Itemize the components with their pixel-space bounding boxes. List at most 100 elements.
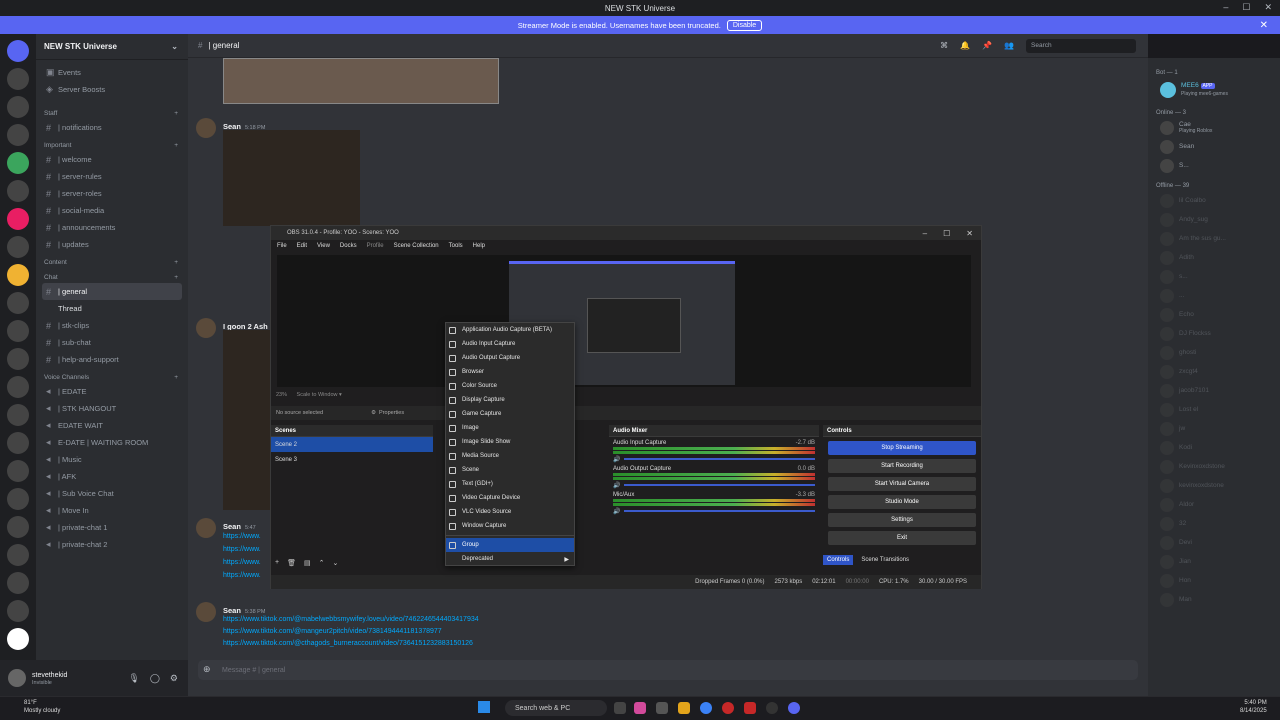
start-virtual-camera-button[interactable]: Start Virtual Camera [828,477,976,491]
channel-help-and-support[interactable]: # | help-and-support [36,351,188,368]
headphones-icon[interactable]: ◯ [150,673,160,684]
folder-icon[interactable] [678,702,690,714]
menu-item-video-capture[interactable]: Video Capture Device [446,491,574,505]
thread-item[interactable]: Thread [36,300,188,317]
trash-icon[interactable]: 🗑 [287,559,296,567]
avatar[interactable] [196,118,216,138]
server-icon[interactable] [7,544,29,566]
server-icon[interactable] [7,96,29,118]
studio-mode-button[interactable]: Studio Mode [828,495,976,509]
server-icon[interactable] [7,264,29,286]
obs-icon[interactable] [766,702,778,714]
menu-item-deprecated[interactable]: Deprecated ▶ [446,552,574,566]
server-icon[interactable] [7,572,29,594]
member-item[interactable]: DJ Flockss [1148,324,1280,343]
member-item[interactable]: Am the sus gu... [1148,229,1280,248]
server-icon[interactable] [7,124,29,146]
server-icon[interactable] [7,68,29,90]
member-item[interactable]: Kodi [1148,438,1280,457]
message-image[interactable] [223,330,271,510]
menu-item-text[interactable]: Text (GDI+) [446,477,574,491]
member-item[interactable]: lil Coalbo [1148,191,1280,210]
menu-item-browser[interactable]: Browser [446,365,574,379]
voice-channel[interactable]: ◂ | Music [36,451,188,468]
channel-general[interactable]: # | general [42,283,182,300]
category-chat[interactable]: Chat + [36,268,188,283]
category-staff[interactable]: Staff + [36,104,188,119]
member-item[interactable]: Devi [1148,533,1280,552]
menu-item-audio-input[interactable]: Audio Input Capture [446,337,574,351]
scene-item[interactable]: Scene 2 [271,437,433,452]
menu-item-color-source[interactable]: Color Source [446,379,574,393]
server-icon[interactable] [7,600,29,622]
message-link[interactable]: https://www. [223,556,261,569]
server-icon[interactable] [7,348,29,370]
sidebar-item-server-boosts[interactable]: ◈ Server Boosts [36,81,188,98]
channel-sub-chat[interactable]: # | sub-chat [36,334,188,351]
add-channel-icon[interactable]: + [174,142,178,149]
menu-docks[interactable]: Docks [340,243,357,249]
stop-streaming-button[interactable]: Stop Streaming [828,441,976,455]
member-item[interactable]: Lost el [1148,400,1280,419]
members-icon[interactable]: 👥 [1004,41,1014,50]
avatar[interactable] [196,518,216,538]
properties-button[interactable]: Properties [379,410,404,416]
member-item[interactable]: s... [1148,267,1280,286]
start-recording-button[interactable]: Start Recording [828,459,976,473]
volume-slider[interactable] [624,510,815,512]
add-channel-icon[interactable]: + [174,274,178,281]
member-item[interactable]: Echo [1148,305,1280,324]
channel-updates[interactable]: # | updates [36,236,188,253]
arrow-down-icon[interactable]: ⌄ [332,559,338,567]
weather-widget[interactable]: 81°F Mostly cloudy [24,699,60,715]
gear-icon[interactable]: ⚙ [170,673,178,684]
avatar[interactable] [196,318,216,338]
app-icon[interactable] [744,702,756,714]
maximize-icon[interactable]: ☐ [1242,2,1250,13]
arrow-up-icon[interactable]: ⌃ [319,559,325,567]
menu-item-display-capture[interactable]: Display Capture [446,393,574,407]
server-icon[interactable] [7,516,29,538]
menu-item-scene[interactable]: Scene [446,463,574,477]
member-item[interactable]: Hon [1148,571,1280,590]
settings-button[interactable]: Settings [828,513,976,527]
add-icon[interactable]: + [275,559,279,567]
channel-notifications[interactable]: # | notifications [36,119,188,136]
add-channel-icon[interactable]: + [174,110,178,117]
scale-dropdown[interactable]: Scale to Window [297,392,338,398]
member-item[interactable]: Sean [1148,137,1280,156]
voice-channel[interactable]: ◂ EDATE WAIT [36,417,188,434]
menu-edit[interactable]: Edit [297,243,307,249]
channel-announcements[interactable]: # | announcements [36,219,188,236]
add-channel-icon[interactable]: + [174,374,178,381]
channel-stk-clips[interactable]: # | stk-clips [36,317,188,334]
menu-item-image-slide-show[interactable]: Image Slide Show [446,435,574,449]
member-item[interactable]: MEE6 APP Playing mee6-games [1148,78,1280,102]
category-important[interactable]: Important + [36,136,188,151]
tab-scene-transitions[interactable]: Scene Transitions [857,555,913,565]
member-item[interactable]: zxcgt4 [1148,362,1280,381]
member-item[interactable]: ... [1148,286,1280,305]
speaker-icon[interactable]: 🔊 [613,508,620,515]
menu-item-audio-output[interactable]: Audio Output Capture [446,351,574,365]
obs-preview[interactable] [277,255,971,387]
menu-item-vlc-video[interactable]: VLC Video Source [446,505,574,519]
volume-slider[interactable] [624,458,815,460]
member-item[interactable]: Adith [1148,248,1280,267]
voice-channel[interactable]: ◂ E-DATE | WAITING ROOM [36,434,188,451]
add-attachment-icon[interactable]: ⊕ [203,664,211,675]
message-image[interactable] [223,58,499,104]
pin-icon[interactable]: 📌 [982,41,992,50]
member-item[interactable]: Jian [1148,552,1280,571]
menu-item-game-capture[interactable]: Game Capture [446,407,574,421]
member-item[interactable]: kevinxoxdstone [1148,476,1280,495]
threads-icon[interactable]: ⌘ [940,41,948,50]
sidebar-item-events[interactable]: ▣ Events [36,64,188,81]
app-icon[interactable] [634,702,646,714]
message-link[interactable]: https://www.tiktok.com/@mangeur2pitch/vi… [223,626,479,638]
channel-welcome[interactable]: # | welcome [36,151,188,168]
speaker-icon[interactable]: 🔊 [613,482,620,489]
minimize-icon[interactable]: – [923,229,927,238]
server-icon[interactable] [7,236,29,258]
member-item[interactable]: Kevinxoxdstone [1148,457,1280,476]
